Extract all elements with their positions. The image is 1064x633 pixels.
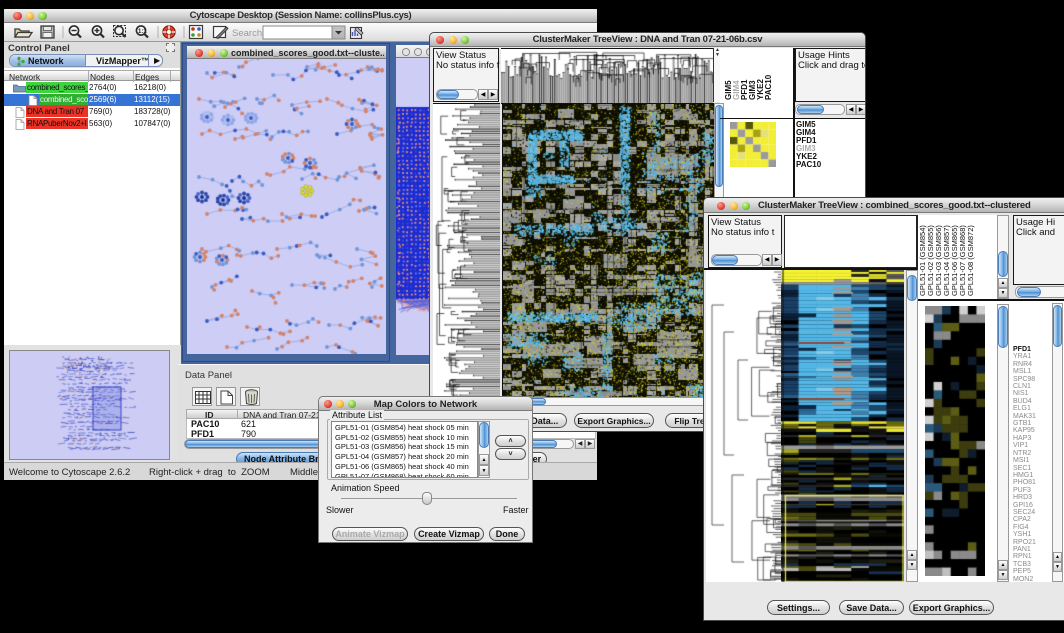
svg-text:Search:: Search:	[232, 28, 265, 39]
